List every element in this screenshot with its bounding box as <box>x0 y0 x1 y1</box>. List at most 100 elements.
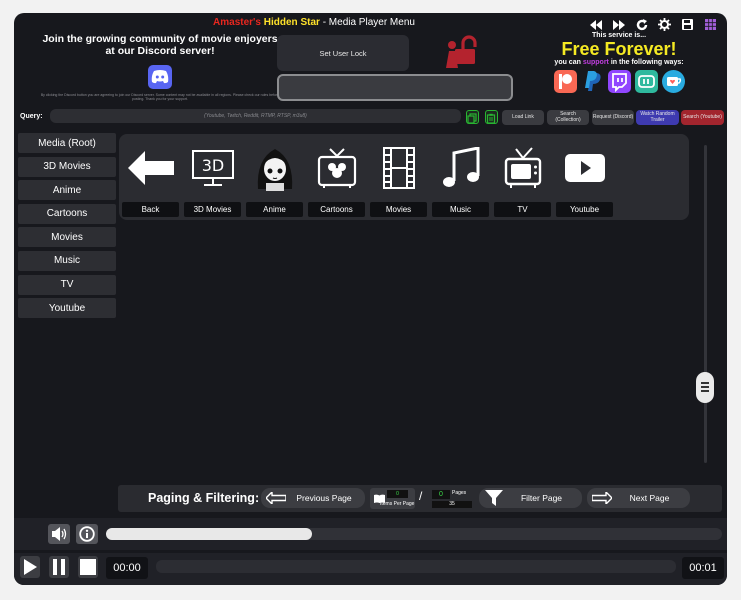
title-suffix: - Media Player Menu <box>322 17 415 28</box>
info-icon[interactable] <box>76 524 98 544</box>
user-lock-field[interactable] <box>277 74 513 101</box>
category-tile-anime[interactable]: Anime <box>246 142 303 217</box>
total-time: 00:01 <box>682 557 724 579</box>
items-per-page-box: 0 Items Per Page <box>370 488 415 509</box>
category-label: Youtube <box>556 202 613 217</box>
window-controls <box>587 16 719 33</box>
items-per-page-label: Items Per Page <box>380 501 415 507</box>
paging-label: Paging & Filtering: <box>148 491 260 505</box>
music-note-icon <box>432 142 489 194</box>
sidebar-item-tv[interactable]: TV <box>18 274 116 295</box>
title-brand: Hidden Star <box>263 17 320 28</box>
filter-page-label: Filter Page <box>520 493 563 503</box>
query-label: Query: <box>20 113 43 120</box>
support-icons <box>544 70 694 93</box>
sidebar-item-3d-movies[interactable]: 3D Movies <box>18 156 116 177</box>
twitch-icon[interactable] <box>607 70 631 93</box>
category-label: Cartoons <box>308 202 365 217</box>
category-label: TV <box>494 202 551 217</box>
youtube-play-icon <box>556 142 613 194</box>
sidebar-item-music[interactable]: Music <box>18 250 116 271</box>
unlocked-padlock-icon <box>444 35 478 74</box>
scrollbar-thumb[interactable] <box>696 372 714 403</box>
query-input[interactable]: (Youtube, Twitch, Reddit, RTMP, RTSP, m3… <box>50 109 461 123</box>
category-label: Music <box>432 202 489 217</box>
category-tile-music[interactable]: Music <box>432 142 489 217</box>
category-tile-back[interactable]: Back <box>122 142 179 217</box>
paste-icon[interactable] <box>485 110 498 124</box>
title-owner: Amaster's <box>213 17 261 28</box>
pages-count: 0 <box>432 490 450 499</box>
film-strip-icon <box>370 142 427 194</box>
watch-random-trailer-button[interactable]: Watch Random Trailer <box>636 110 679 125</box>
play-button[interactable] <box>20 556 40 578</box>
save-icon[interactable] <box>679 16 696 33</box>
pause-button[interactable] <box>49 556 69 578</box>
rewind-icon[interactable] <box>587 16 604 33</box>
free-forever-text: Free Forever! <box>561 39 677 59</box>
current-time: 00:00 <box>106 557 148 579</box>
copy-icon[interactable] <box>466 110 479 124</box>
category-tile-youtube[interactable]: Youtube <box>556 142 613 217</box>
category-tile-tv[interactable]: TV <box>494 142 551 217</box>
seek-bar-fill <box>106 528 313 540</box>
set-user-lock-button[interactable]: Set User Lock <box>277 35 409 71</box>
cartoon-tv-icon <box>308 142 365 194</box>
items-count: 0 <box>387 490 408 498</box>
support-line-post: in the following ways: <box>610 59 684 66</box>
arrow-right-icon <box>587 492 617 504</box>
discord-invite-text: Join the growing community of movie enjo… <box>42 33 278 57</box>
category-tile-movies[interactable]: Movies <box>370 142 427 217</box>
scrollbar-track[interactable] <box>704 145 707 463</box>
sidebar-item-movies[interactable]: Movies <box>18 227 116 248</box>
sidebar-item-media-root[interactable]: Media (Root) <box>18 133 116 153</box>
category-panel: Back 3D 3D Movies Anime Cartoons Movies <box>119 134 689 220</box>
support-line-pre: you can <box>554 59 581 66</box>
3d-monitor-icon: 3D <box>184 142 241 194</box>
discord-fine-print: By clicking the Discord button you are a… <box>40 93 280 101</box>
sidebar-item-anime[interactable]: Anime <box>18 180 116 201</box>
funnel-icon <box>479 490 509 506</box>
progress-bar[interactable] <box>156 560 676 573</box>
load-link-button[interactable]: Load Link <box>502 110 544 125</box>
category-tile-3d-movies[interactable]: 3D 3D Movies <box>184 142 241 217</box>
previous-page-button[interactable]: Previous Page <box>261 488 365 508</box>
refresh-icon[interactable] <box>633 16 650 33</box>
volume-icon[interactable] <box>48 524 70 544</box>
previous-page-label: Previous Page <box>296 493 352 503</box>
category-label: 3D Movies <box>184 202 241 217</box>
settings-icon[interactable] <box>656 16 673 33</box>
paging-separator: / <box>419 489 423 503</box>
category-tile-cartoons[interactable]: Cartoons <box>308 142 365 217</box>
stop-button[interactable] <box>78 556 98 578</box>
search-youtube-button[interactable]: Search (Youtube) <box>681 110 724 125</box>
grid-icon[interactable] <box>702 16 719 33</box>
back-arrow-icon <box>122 142 179 194</box>
filter-page-button[interactable]: Filter Page <box>479 488 582 508</box>
request-discord-button[interactable]: Request (Discord) <box>592 110 634 125</box>
next-page-label: Next Page <box>629 493 670 503</box>
pages-box: 0 Pages 35 <box>430 488 475 509</box>
per-page-input[interactable]: 35 <box>432 501 472 508</box>
search-collection-button[interactable]: Search (Collection) <box>547 110 589 125</box>
media-icon[interactable] <box>634 70 658 93</box>
sidebar-item-cartoons[interactable]: Cartoons <box>18 203 116 224</box>
media-player-window: Amaster's Hidden Star - Media Player Men… <box>14 13 727 585</box>
anime-girl-icon <box>246 142 303 194</box>
kofi-icon[interactable] <box>661 70 685 93</box>
support-block: This service is... Free Forever! you can… <box>544 32 694 93</box>
paging-bar: Paging & Filtering: Previous Page 0 Item… <box>118 485 722 512</box>
patreon-icon[interactable] <box>553 70 577 93</box>
sidebar: Media (Root) 3D Movies Anime Cartoons Mo… <box>18 133 116 322</box>
paypal-icon[interactable] <box>581 70 604 93</box>
svg-text:3D: 3D <box>201 156 224 175</box>
support-link[interactable]: support <box>583 59 609 66</box>
seek-bar[interactable] <box>106 528 722 540</box>
category-label: Back <box>122 202 179 217</box>
sidebar-item-youtube[interactable]: Youtube <box>18 298 116 319</box>
next-page-button[interactable]: Next Page <box>587 488 690 508</box>
app-title: Amaster's Hidden Star - Media Player Men… <box>194 17 434 28</box>
fast-forward-icon[interactable] <box>610 16 627 33</box>
discord-icon[interactable] <box>148 65 172 89</box>
arrow-left-icon <box>261 492 291 504</box>
